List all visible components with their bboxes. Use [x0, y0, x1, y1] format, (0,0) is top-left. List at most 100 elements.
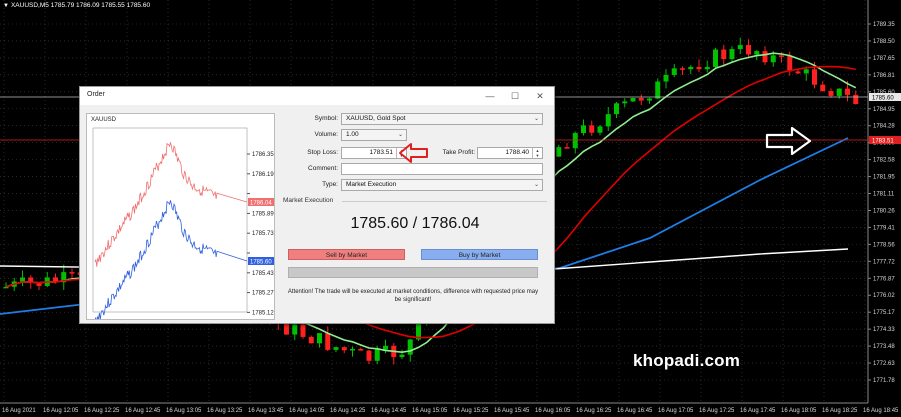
maximize-icon[interactable]: ☐	[503, 89, 527, 103]
candle-body	[292, 324, 298, 335]
time-tick-label: 16 Aug 12:25	[84, 408, 120, 414]
candle-body	[20, 277, 25, 282]
time-tick-label: 16 Aug 13:05	[166, 408, 202, 414]
candle-body	[688, 66, 694, 70]
candle-body	[671, 68, 677, 75]
sell-button[interactable]: Sell by Market	[288, 249, 405, 260]
price-tick-label: 1777.72	[873, 259, 895, 265]
candle-body	[333, 347, 339, 350]
comment-label: Comment:	[308, 165, 338, 172]
time-tick-label: 16 Aug 18:45	[863, 408, 899, 414]
time-tick-label: 16 Aug 13:25	[207, 408, 243, 414]
tick-chart-price-label: 1785.73	[252, 231, 274, 237]
candle-body	[647, 98, 652, 101]
candle-body	[713, 49, 718, 67]
candle-body	[308, 336, 314, 344]
time-tick-label: 16 Aug 14:45	[371, 408, 407, 414]
candle-body	[317, 333, 322, 344]
divider	[342, 201, 547, 202]
candle-body	[845, 88, 850, 95]
price-tick-label: 1778.56	[873, 242, 895, 248]
price-tick-label: 1774.33	[873, 327, 895, 333]
candle-body	[630, 98, 636, 102]
ask-price-line	[94, 142, 248, 267]
time-tick-label: 16 Aug 16:45	[617, 408, 653, 414]
candle-body	[581, 125, 586, 134]
price-tick-label: 1782.58	[873, 158, 895, 164]
candle-body	[325, 333, 331, 350]
time-tick-label: 16 Aug 15:45	[494, 408, 530, 414]
buy-button[interactable]: Buy by Market	[421, 249, 538, 260]
price-tick-label: 1780.26	[873, 208, 895, 214]
candle-body	[853, 94, 859, 105]
tick-chart-price-label: 1785.12	[252, 310, 274, 316]
tick-chart-price-label: 1786.35	[252, 152, 274, 158]
price-tick-label: 1788.50	[873, 39, 895, 45]
candle-body	[622, 101, 628, 104]
time-tick-label: 16 Aug 16:05	[535, 408, 571, 414]
candle-body	[572, 133, 578, 149]
stop-loss-label: Stop Loss:	[307, 149, 338, 156]
price-quote: 1785.60 / 1786.04	[350, 215, 480, 232]
watermark: khopadi.com	[633, 351, 741, 370]
candle-body	[803, 69, 809, 74]
price-tick-label: 1789.35	[873, 22, 895, 28]
bid-price-label: 1785.60	[250, 259, 272, 265]
price-tick-label: 1784.95	[873, 107, 895, 113]
minimize-icon[interactable]: —	[478, 89, 502, 103]
tick-chart-frame	[92, 127, 248, 313]
symbol-label: Symbol:	[314, 115, 338, 122]
chevron-down-icon: ⌄	[533, 116, 539, 122]
candle-body	[358, 348, 364, 351]
ask-price-label: 1786.04	[250, 200, 272, 206]
candle-body	[605, 114, 611, 127]
time-tick-label: 16 Aug 17:45	[740, 408, 776, 414]
candle-body	[762, 51, 768, 63]
candle-body	[614, 103, 619, 115]
candle-body	[696, 66, 702, 70]
time-tick-label: 16 Aug 15:05	[412, 408, 448, 414]
volume-label: Volume:	[314, 131, 339, 138]
time-tick-label: 16 Aug 2021	[2, 408, 36, 414]
time-tick-label: 16 Aug 18:05	[781, 408, 817, 414]
tick-chart-plot: 1786.35 1786.19 1785.89 1785.73 1785.43 1785.…	[92, 127, 274, 319]
time-tick-label: 16 Aug 13:45	[248, 408, 284, 414]
price-tick-label: 1779.41	[873, 225, 895, 231]
candle-body	[770, 55, 776, 63]
chart-menu-icon[interactable]: ▼	[3, 3, 9, 9]
left-arrow-icon	[399, 143, 428, 163]
chart-title: ▼ XAUUSD,M5 1785.79 1786.09 1785.55 1785.…	[3, 2, 151, 9]
spinner-icon[interactable]: ▲ ▼	[532, 148, 542, 158]
close-order-button[interactable]	[288, 267, 538, 278]
candle-body	[680, 68, 685, 70]
candle-body	[407, 339, 413, 355]
symbol-select[interactable]: XAUUSD, Gold Spot ⌄	[341, 113, 543, 125]
price-tick-label: 1787.65	[873, 56, 895, 62]
time-tick-label: 16 Aug 14:05	[289, 408, 325, 414]
bid-price-line	[94, 200, 248, 319]
candle-body	[729, 49, 735, 60]
type-select[interactable]: Market Execution ⌄	[341, 179, 543, 191]
price-tick-label: 1784.28	[873, 124, 895, 130]
price-tick-label: 1772.63	[873, 361, 895, 367]
bid-price-label: 1785.60	[872, 96, 894, 102]
time-tick-label: 16 Aug 18:25	[822, 408, 858, 414]
candle-body	[787, 55, 793, 72]
dialog-titlebar[interactable]: Order — ☐ ✕	[80, 87, 554, 105]
price-tick-label: 1775.17	[873, 310, 895, 316]
volume-select[interactable]: 1.00 ⌄	[341, 129, 407, 141]
time-tick-label: 16 Aug 14:25	[330, 408, 366, 414]
dialog-title: Order	[87, 91, 105, 98]
candle-body	[663, 74, 669, 82]
sl-price-label: 1783.51	[872, 139, 894, 145]
take-profit-input[interactable]: 1788.40 ▲ ▼	[477, 147, 543, 159]
comment-input[interactable]	[341, 163, 543, 175]
close-icon[interactable]: ✕	[528, 89, 552, 103]
time-tick-label: 16 Aug 15:25	[453, 408, 489, 414]
candle-body	[820, 84, 826, 92]
candle-body	[589, 125, 595, 133]
tick-chart-price-label: 1785.43	[252, 271, 274, 277]
candle-body	[795, 71, 801, 74]
candle-body	[350, 348, 355, 351]
candle-body	[284, 323, 289, 335]
